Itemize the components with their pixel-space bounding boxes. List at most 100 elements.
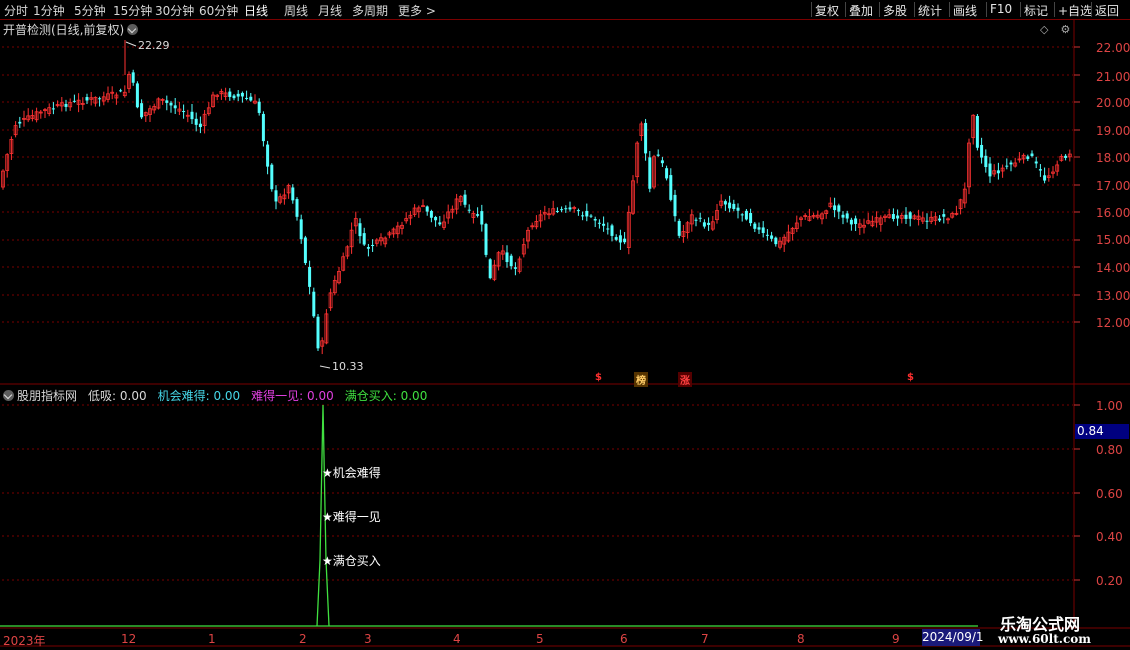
candle-body: [266, 144, 270, 167]
candle-body: [904, 214, 908, 219]
main-panel-title[interactable]: 开普检测(日线,前复权): [3, 21, 139, 38]
toolbar-button-7[interactable]: +自选: [1058, 2, 1092, 19]
chevron-down-icon[interactable]: [127, 24, 139, 35]
candle-body: [841, 214, 845, 218]
indicator-tick: 0.20: [1096, 574, 1123, 588]
candle-body: [845, 213, 849, 219]
candle-body: [480, 211, 484, 225]
candle-body: [564, 208, 568, 210]
candle-body: [240, 92, 244, 97]
annotation-opportunity: ★机会难得: [322, 466, 381, 480]
period-tab-5[interactable]: 60分钟: [199, 2, 238, 19]
date-tick: 5: [536, 632, 544, 646]
date-tick: 1: [208, 632, 216, 646]
date-tick: 6: [620, 632, 628, 646]
marker-limit-up[interactable]: 涨: [678, 372, 692, 387]
candle-body: [707, 222, 711, 225]
candle-body: [761, 227, 765, 233]
period-tab-10[interactable]: 更多 >: [398, 2, 436, 19]
candle-body: [429, 210, 433, 218]
candle-body: [984, 155, 988, 168]
candle-body: [568, 207, 572, 210]
period-tab-4[interactable]: 30分钟: [155, 2, 194, 19]
candle-body: [257, 101, 261, 113]
toolbar-button-6[interactable]: 标记: [1024, 2, 1048, 19]
candle-body: [585, 210, 589, 217]
marker-dollar-1[interactable]: $: [595, 372, 602, 383]
candle-body: [274, 190, 278, 202]
candle-body: [513, 267, 517, 269]
annotation-full-buy: ★满仓买入: [322, 554, 381, 568]
price-tick: 22.00: [1096, 41, 1130, 55]
candle-body: [765, 234, 769, 236]
candle-body: [736, 207, 740, 211]
indicator-tick: 0.80: [1096, 443, 1123, 457]
candle-body: [131, 72, 135, 83]
chevron-down-icon[interactable]: [3, 390, 14, 401]
period-tab-6[interactable]: 日线: [244, 2, 268, 19]
candle-body: [581, 215, 585, 217]
candle-body: [896, 215, 900, 219]
period-tab-8[interactable]: 月线: [318, 2, 342, 19]
candle-body: [270, 164, 274, 190]
toolbar-button-4[interactable]: 画线: [953, 2, 977, 19]
current-date-badge: 2024/09/1: [922, 629, 984, 646]
candle-body: [198, 123, 202, 128]
period-tab-3[interactable]: 15分钟: [113, 2, 152, 19]
toolbar-button-1[interactable]: 叠加: [849, 2, 873, 19]
current-value-badge: 0.84: [1075, 424, 1129, 439]
candle-body: [942, 214, 946, 217]
candle-body: [694, 219, 698, 221]
candle-body: [371, 244, 375, 247]
price-tick: 15.00: [1096, 233, 1130, 247]
candle-body: [18, 121, 22, 124]
toolbar-separator: [1054, 2, 1055, 17]
period-tab-9[interactable]: 多周期: [352, 2, 388, 19]
price-tick: 14.00: [1096, 261, 1130, 275]
candle-body: [660, 160, 664, 164]
kline-chart[interactable]: [0, 0, 1130, 650]
candle-body: [308, 266, 312, 287]
candle-body: [988, 163, 992, 177]
marker-list[interactable]: 榜: [634, 372, 648, 387]
candle-body: [488, 259, 492, 279]
candle-body: [295, 199, 299, 217]
indicator-tick: 1.00: [1096, 399, 1123, 413]
toolbar-button-3[interactable]: 统计: [918, 2, 942, 19]
date-tick: 9: [892, 632, 900, 646]
candle-body: [996, 170, 1000, 174]
toolbar-button-8[interactable]: 返回: [1095, 2, 1119, 19]
date-tick: 4: [453, 632, 461, 646]
toolbar-separator: [1020, 2, 1021, 17]
toolbar-button-2[interactable]: 多股: [883, 2, 907, 19]
candle-body: [1009, 162, 1013, 165]
toolbar-button-5[interactable]: F10: [990, 2, 1012, 16]
candle-body: [425, 206, 429, 212]
marker-dollar-2[interactable]: $: [907, 372, 914, 383]
candle-body: [560, 209, 564, 211]
gear-icon[interactable]: ⚙: [1060, 23, 1070, 36]
indicator-value-0: 低吸: 0.00: [88, 389, 147, 403]
candle-body: [228, 91, 232, 97]
toolbar-button-0[interactable]: 复权: [815, 2, 839, 19]
low-price-label: 10.33: [332, 360, 364, 373]
period-toolbar: 分时 1分钟 5分钟 15分钟 30分钟 60分钟 日线 周线 月线 多周期 更多 > 复权 叠加 多股…: [0, 0, 1130, 20]
candle-body: [665, 168, 669, 179]
diamond-icon[interactable]: ◇: [1040, 23, 1048, 36]
candle-body: [576, 210, 580, 212]
price-tick: 12.00: [1096, 316, 1130, 330]
toolbar-separator: [811, 2, 812, 17]
toolbar-separator: [949, 2, 950, 17]
candle-body: [366, 247, 370, 249]
candle-body: [606, 228, 610, 230]
period-tab-0[interactable]: 分时: [4, 2, 28, 19]
toolbar-separator: [914, 2, 915, 17]
candle-body: [602, 223, 606, 226]
candle-body: [98, 98, 102, 100]
indicator-title[interactable]: 股朋指标网 低吸: 0.00 机会难得: 0.00 难得一见: 0.00 满仓买入: 0…: [3, 387, 437, 404]
period-tab-7[interactable]: 周线: [284, 2, 308, 19]
period-tab-1[interactable]: 1分钟: [33, 2, 65, 19]
period-tab-2[interactable]: 5分钟: [74, 2, 106, 19]
candle-body: [316, 316, 320, 349]
price-tick: 13.00: [1096, 289, 1130, 303]
